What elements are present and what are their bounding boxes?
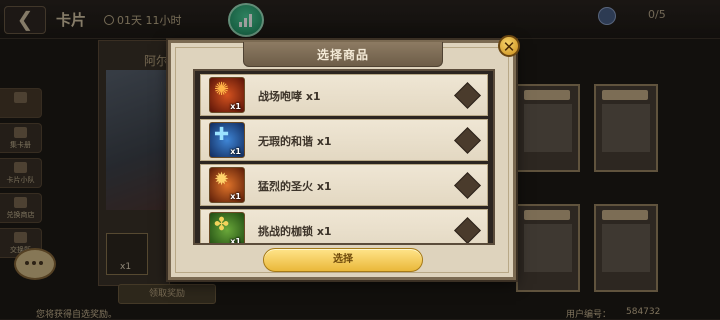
- harmony-badge-icon: ✚ x1: [209, 122, 245, 158]
- item-name: 战场咆哮 x1: [258, 90, 321, 103]
- select-diamond-icon[interactable]: [454, 217, 481, 243]
- modal-header: 选择商品: [243, 42, 443, 67]
- select-diamond-icon[interactable]: [454, 172, 481, 199]
- roar-badge-icon: ✺ x1: [209, 77, 245, 113]
- item-row[interactable]: ✹ x1 猛烈的圣火 x1: [200, 164, 488, 206]
- select-button[interactable]: 选择: [263, 248, 423, 272]
- modal-title: 选择商品: [316, 48, 369, 62]
- item-row[interactable]: ✺ x1 战场咆哮 x1: [200, 74, 488, 116]
- select-diamond-icon[interactable]: [454, 127, 481, 154]
- item-list[interactable]: ✺ x1 战场咆哮 x1 ✚ x1 无瑕的和谐 x1 ✹ x1 猛烈的圣火 x1: [193, 69, 495, 245]
- select-item-modal: 选择商品 ✺ x1 战场咆哮 x1 ✚ x1 无瑕的和谐 x1 ✹ x1 猛烈的…: [168, 40, 516, 280]
- shackle-badge-icon: ✤ x1: [209, 212, 245, 243]
- item-name: 挑战的枷锁 x1: [258, 225, 332, 238]
- holy-fire-badge-icon: ✹ x1: [209, 167, 245, 203]
- select-diamond-icon[interactable]: [454, 82, 481, 109]
- close-icon[interactable]: ✕: [498, 35, 520, 57]
- item-name: 无瑕的和谐 x1: [258, 135, 332, 148]
- item-name: 猛烈的圣火 x1: [258, 180, 332, 193]
- item-row[interactable]: ✤ x1 挑战的枷锁 x1: [200, 209, 488, 243]
- item-row[interactable]: ✚ x1 无瑕的和谐 x1: [200, 119, 488, 161]
